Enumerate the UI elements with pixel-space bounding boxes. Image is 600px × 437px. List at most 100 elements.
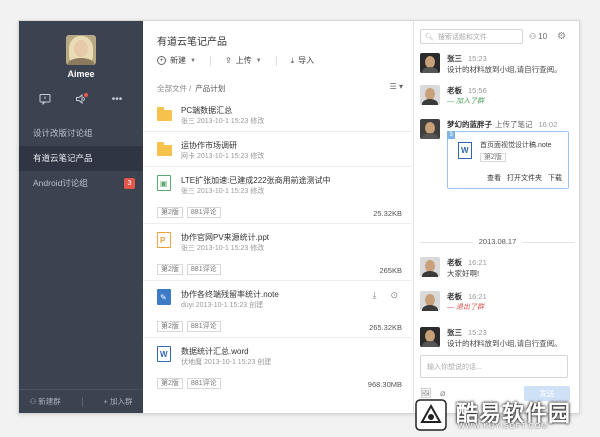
breadcrumb: 全部文件 / 产品计划 [157, 83, 225, 94]
chevron-down-icon: ▼ [190, 57, 196, 64]
comments-tag[interactable]: 881评论 [186, 207, 221, 218]
file-tags: 第2版 881评论 [157, 207, 221, 218]
toolbar: + 新建 ▼ ⇪ 上传 ▼ ⤓ 导入 [157, 55, 314, 66]
card-version: 第2版 [480, 152, 506, 163]
avatar[interactable] [420, 291, 440, 311]
file-size: 265KB [379, 266, 402, 275]
group-item[interactable]: Android讨论组 3 [19, 171, 143, 196]
avatar[interactable] [420, 257, 440, 277]
divider [81, 396, 83, 407]
file-meta: 网卡 2013-10-1 15:23 修改 [181, 153, 265, 160]
new-button[interactable]: + 新建 ▼ [157, 55, 196, 66]
file-name: 协作各终端残留率统计.note [181, 290, 279, 299]
import-button[interactable]: ⤓ 导入 [291, 55, 315, 66]
version-tag[interactable]: 第2版 [480, 153, 506, 162]
username: Aimee [67, 69, 95, 79]
message-list: 张三 15:23 设计的材料放到小组,请自行查阅。 老板 15:56 — 加入了群 … [414, 51, 579, 347]
file-tags: 第2版 881评论 [157, 321, 221, 332]
message-sender: 张三 15:23 [447, 53, 487, 64]
more-icon[interactable]: ••• [110, 93, 124, 107]
join-group-button[interactable]: + 加入群 [104, 396, 133, 407]
view-link[interactable]: 查看 [487, 173, 501, 183]
member-count: 10 [538, 32, 548, 41]
file-name: 协作官网PV来源统计.ppt [181, 233, 270, 242]
file-row[interactable]: W 数据统计汇总.word 伏地魔 2013-10-1 15:23 创建 第2版… [143, 338, 414, 395]
message-time: 15:23 [468, 54, 487, 63]
comments-tag[interactable]: 881评论 [186, 378, 221, 389]
card-count-badge: 3 [447, 131, 455, 139]
divider [275, 55, 277, 66]
speaker-icon[interactable] [74, 93, 88, 107]
notification-dot [84, 93, 88, 97]
version-tag[interactable]: 第2版 [157, 321, 183, 332]
version-tag[interactable]: 第2版 [157, 378, 183, 389]
search-input[interactable]: 🔍︎ 搜索话题和文件 [420, 29, 523, 44]
group-label: 有道云笔记产品 [33, 153, 93, 163]
user-avatar[interactable] [66, 35, 96, 65]
gear-icon[interactable]: ⚙ [557, 31, 566, 42]
group-label: 设计改版讨论组 [33, 128, 93, 138]
group-item[interactable]: 设计改版讨论组 [19, 121, 143, 146]
note-file-icon: ✎ [157, 289, 171, 305]
file-meta: 张三 2013-10-1 15:23 修改 [181, 188, 265, 195]
file-row[interactable]: 运协作市场调研 网卡 2013-10-1 15:23 修改 [143, 132, 414, 167]
breadcrumb-current: 产品计划 [195, 84, 226, 93]
upload-button[interactable]: ⇪ 上传 ▼ [225, 55, 262, 66]
unread-badge: 3 [124, 178, 135, 189]
shared-note-card[interactable]: 3 W 首页面视觉设计稿.note 第2版 查看 打开文件夹 下载 [447, 131, 569, 189]
message-input[interactable]: 输入你想说的话... [420, 355, 568, 378]
members-button[interactable]: ⚇ 10 [529, 32, 547, 41]
file-name: PC端数据汇总 [181, 106, 233, 115]
list-view-icon[interactable]: ☰ ▾ [390, 82, 403, 91]
new-group-label: 新建群 [38, 397, 61, 406]
more-circle-icon[interactable]: ⊙ [390, 290, 398, 301]
input-placeholder: 输入你想说的话... [427, 364, 482, 371]
download-icon[interactable]: ⤓ [372, 290, 376, 301]
file-name: 运协作市场调研 [181, 141, 237, 150]
file-meta: duyi 2013-10-1 15:23 创建 [181, 302, 264, 309]
file-row[interactable]: PC端数据汇总 张三 2013-10-1 15:23 修改 [143, 97, 414, 132]
file-size: 265.32KB [369, 323, 402, 332]
file-row[interactable]: ▣ LTE扩张加速:已建成222张商用前途测试中 张三 2013-10-1 15… [143, 167, 414, 224]
version-tag[interactable]: 第2版 [157, 207, 183, 218]
message-time: 15:56 [468, 86, 487, 95]
new-group-button[interactable]: ⚇ 新建群 [29, 396, 60, 407]
breadcrumb-root[interactable]: 全部文件 [157, 84, 187, 93]
file-name: LTE扩张加速:已建成222张商用前途测试中 [181, 176, 331, 185]
message-sender: 老板 16:21 [447, 257, 487, 268]
plus-circle-icon: + [157, 56, 166, 65]
sender-name: 梦幻的蓝胖子 [447, 120, 492, 129]
site-watermark: 酷易软件园 WWW.KUYISOFT.COM [414, 392, 600, 437]
file-row[interactable]: P 协作官网PV来源统计.ppt 张三 2013-10-1 15:23 修改 第… [143, 224, 414, 281]
message-time: 16:02 [538, 120, 558, 129]
message-icon[interactable] [38, 93, 52, 107]
comments-tag[interactable]: 881评论 [186, 321, 221, 332]
import-icon: ⤓ [290, 55, 295, 65]
avatar[interactable] [420, 53, 440, 73]
date-label: 2013.08.17 [472, 237, 523, 246]
message-action: 上传了笔记 [495, 120, 533, 129]
message-text: 大家好啊! [447, 269, 480, 278]
upload-icon: ⇪ [224, 56, 232, 65]
sidebar-footer: ⚇ 新建群 + 加入群 [19, 389, 143, 413]
image-file-icon: ▣ [157, 175, 171, 191]
comments-tag[interactable]: 881评论 [186, 264, 221, 275]
message-sender: 老板 15:56 [447, 85, 487, 96]
group-item-active[interactable]: 有道云笔记产品 [19, 146, 143, 171]
group-list: 设计改版讨论组 有道云笔记产品 Android讨论组 3 [19, 121, 143, 196]
avatar[interactable] [420, 119, 440, 139]
ppt-file-icon: P [157, 232, 171, 248]
group-add-icon: ⚇ [29, 397, 37, 406]
folder-icon [157, 107, 172, 121]
avatar[interactable] [420, 85, 440, 105]
open-folder-link[interactable]: 打开文件夹 [507, 173, 542, 183]
app-window: Aimee ••• 设计改版讨论组 有道云笔记产品 Android讨论组 3 ⚇ … [18, 20, 580, 414]
download-link[interactable]: 下载 [548, 173, 562, 183]
avatar[interactable] [420, 327, 440, 347]
file-meta: 张三 2013-10-1 15:23 修改 [181, 245, 265, 252]
version-tag[interactable]: 第2版 [157, 264, 183, 275]
file-row[interactable]: ✎ 协作各终端残留率统计.note duyi 2013-10-1 15:23 创… [143, 281, 414, 338]
date-separator: 2013.08.17 [420, 237, 575, 247]
chevron-down-icon: ▼ [255, 57, 262, 64]
card-actions: 查看 打开文件夹 下载 [487, 173, 562, 183]
